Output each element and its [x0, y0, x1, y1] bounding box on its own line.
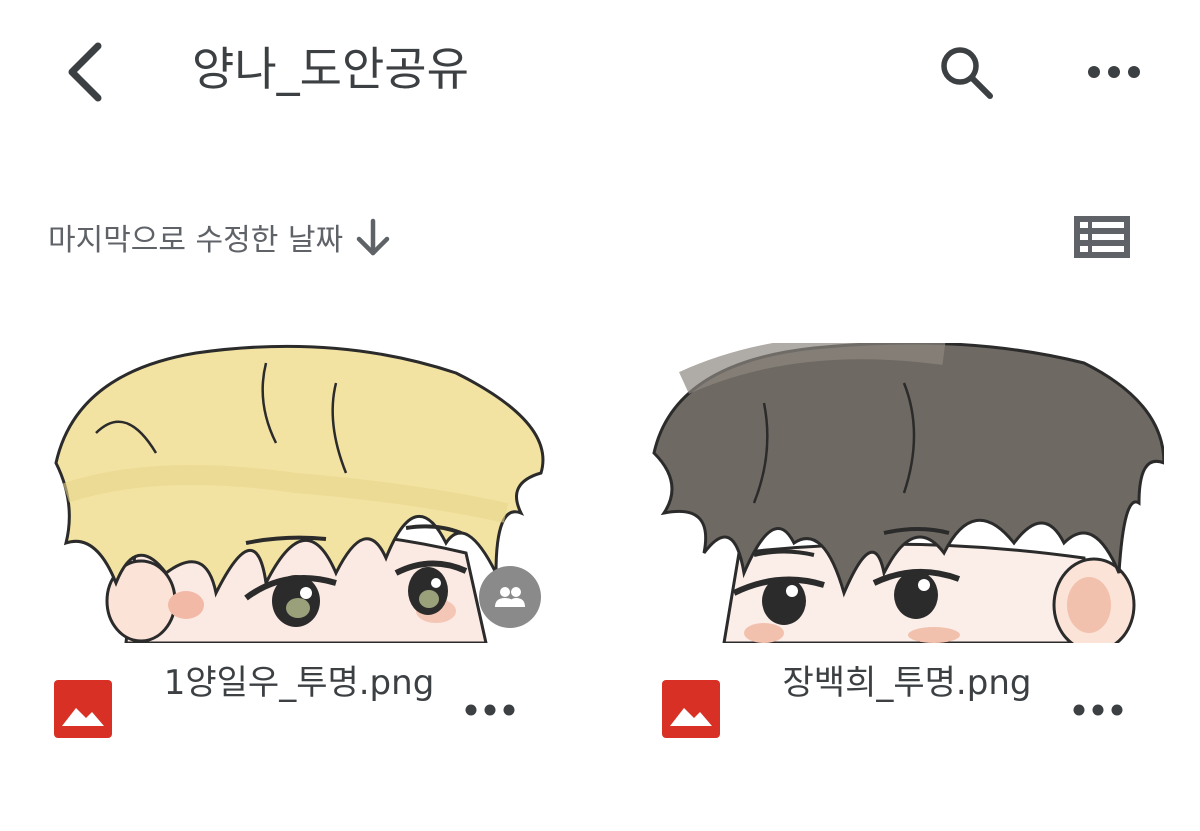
character-thumbnail-darkhair: [644, 343, 1164, 643]
file-card[interactable]: 장백희_투명.png: [644, 343, 1164, 783]
sort-label: 마지막으로 수정한 날짜: [48, 223, 344, 258]
file-thumbnail: [36, 343, 556, 643]
more-horizontal-icon: [465, 704, 515, 716]
character-thumbnail-blonde: [36, 343, 556, 643]
file-name: 장백희_투명.png: [782, 663, 1032, 703]
more-options-button[interactable]: [1082, 52, 1146, 92]
chevron-left-icon: [68, 42, 102, 102]
arrow-down-icon: [356, 218, 390, 256]
search-button[interactable]: [934, 40, 998, 104]
search-icon: [941, 47, 993, 99]
back-button[interactable]: [58, 36, 118, 106]
folder-title: 양나_도안공유: [192, 42, 469, 96]
file-more-button[interactable]: [1069, 698, 1129, 722]
list-view-toggle[interactable]: [1070, 212, 1134, 262]
more-horizontal-icon: [1088, 66, 1140, 78]
people-icon: [495, 587, 525, 607]
drive-folder-screen: 양나_도안공유 마지막으로 수정한 날짜 1양일우_투명.png 장백희_투명.…: [0, 0, 1200, 831]
file-card[interactable]: 1양일우_투명.png: [36, 343, 556, 783]
file-thumbnail: [644, 343, 1164, 643]
file-name: 1양일우_투명.png: [163, 663, 435, 703]
image-file-icon: [54, 680, 112, 738]
sort-control[interactable]: 마지막으로 수정한 날짜: [48, 212, 393, 262]
list-view-icon: [1074, 216, 1130, 258]
more-horizontal-icon: [1073, 704, 1123, 716]
shared-badge: [479, 566, 541, 628]
image-file-icon: [662, 680, 720, 738]
file-more-button[interactable]: [461, 698, 521, 722]
